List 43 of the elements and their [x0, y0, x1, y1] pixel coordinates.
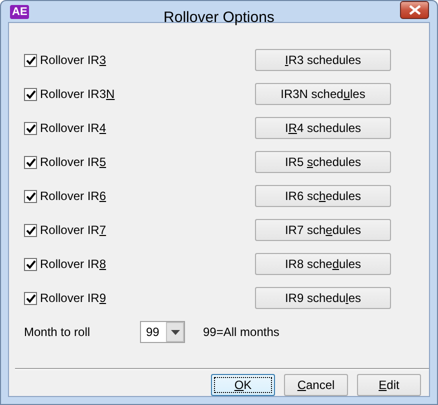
checkmark-icon	[26, 158, 36, 166]
checkbox[interactable]	[24, 224, 37, 236]
dialog-button[interactable]: Cancel	[284, 374, 348, 396]
checkbox-label[interactable]: Rollover IR7	[40, 221, 106, 239]
month-label: Month to roll	[24, 324, 87, 341]
checkmark-icon	[26, 90, 36, 98]
checkbox[interactable]	[24, 258, 37, 270]
schedules-button[interactable]: IR8 schedules	[255, 253, 391, 275]
checkmark-icon	[26, 56, 36, 64]
checkbox-label[interactable]: Rollover IR3N	[40, 85, 115, 103]
checkmark-icon	[26, 192, 36, 200]
checkbox[interactable]	[24, 190, 37, 202]
checkmark-icon	[26, 124, 36, 132]
checkmark-icon	[26, 294, 36, 302]
schedules-button[interactable]: IR9 schedules	[255, 287, 391, 309]
schedules-button[interactable]: IR3 schedules	[255, 49, 391, 71]
checkbox-label[interactable]: Rollover IR9	[40, 289, 106, 307]
dialog-button[interactable]: OK	[211, 374, 275, 396]
dropdown-arrow-icon	[170, 330, 180, 334]
month-hint: 99=All months	[203, 324, 280, 341]
dialog-button[interactable]: Edit	[357, 374, 421, 396]
checkbox-label[interactable]: Rollover IR3	[40, 51, 106, 69]
checkbox-label[interactable]: Rollover IR6	[40, 187, 106, 205]
schedules-button[interactable]: IR3N schedules	[255, 83, 391, 105]
checkbox-label[interactable]: Rollover IR4	[40, 119, 106, 137]
checkmark-icon	[26, 260, 36, 268]
close-icon	[408, 4, 420, 14]
checkbox[interactable]	[24, 292, 37, 304]
schedules-button[interactable]: IR7 schedules	[255, 219, 391, 241]
schedules-button[interactable]: IR4 schedules	[255, 117, 391, 139]
close-button[interactable]	[400, 0, 429, 18]
checkbox[interactable]	[24, 54, 37, 66]
app-logo: AE	[10, 4, 30, 18]
month-dropdown[interactable]: 99	[140, 321, 185, 343]
schedules-button[interactable]: IR5 schedules	[255, 151, 391, 173]
checkbox[interactable]	[24, 88, 37, 100]
checkbox-label[interactable]: Rollover IR5	[40, 153, 106, 171]
schedules-button[interactable]: IR6 schedules	[255, 185, 391, 207]
checkbox[interactable]	[24, 156, 37, 168]
window-title: Rollover Options	[164, 9, 274, 26]
checkbox[interactable]	[24, 122, 37, 134]
checkbox-label[interactable]: Rollover IR8	[40, 255, 106, 273]
checkmark-icon	[26, 226, 36, 234]
